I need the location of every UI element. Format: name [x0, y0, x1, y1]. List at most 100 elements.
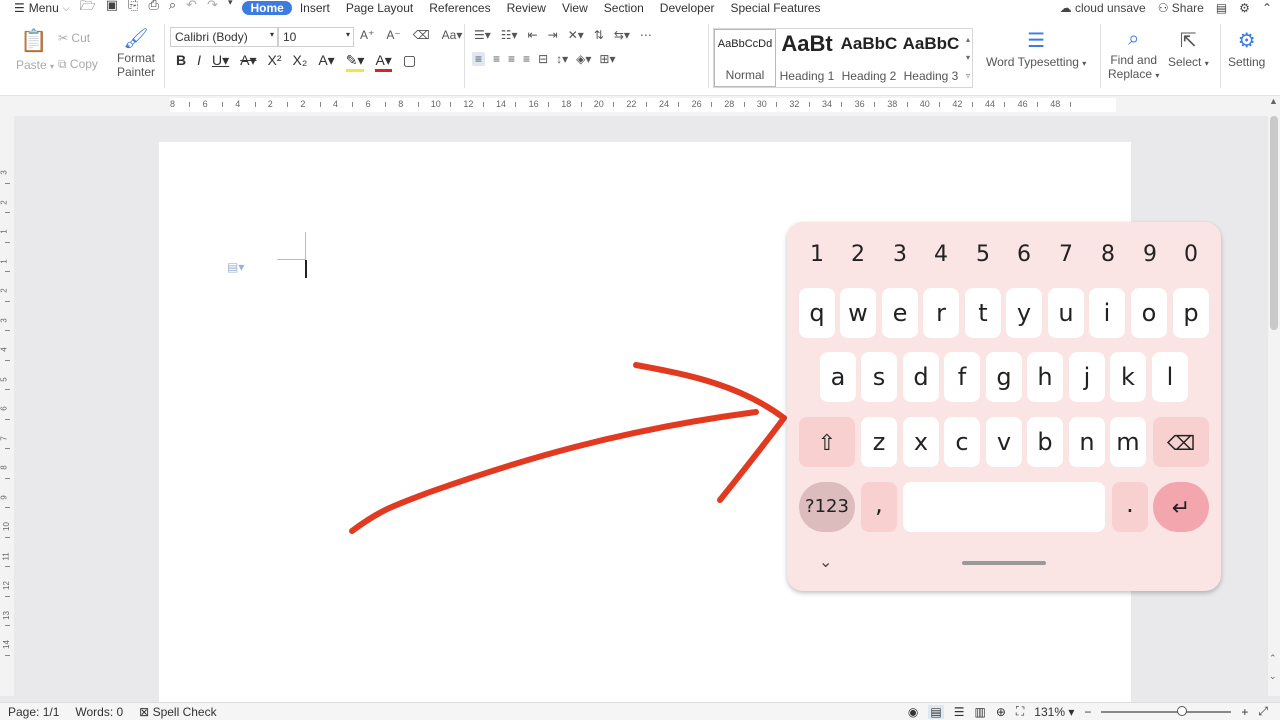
key-v[interactable]: v: [986, 417, 1022, 467]
key-1[interactable]: 1: [802, 242, 832, 267]
gear-icon[interactable]: ⚙: [1239, 1, 1250, 15]
backspace-key[interactable]: ⌫: [1153, 417, 1209, 467]
fit-page-icon[interactable]: ⛶: [1016, 704, 1024, 719]
tab-special-features[interactable]: Special Features: [723, 1, 829, 15]
find-replace-button[interactable]: ⌕ Find and Replace ▾: [1108, 28, 1159, 81]
style-heading-3[interactable]: AaBbC Heading 3: [900, 29, 962, 87]
period-key[interactable]: .: [1112, 482, 1148, 532]
key-m[interactable]: m: [1110, 417, 1146, 467]
font-name-select[interactable]: Calibri (Body) ▾: [170, 27, 278, 47]
page-down-icon[interactable]: ⌄: [1269, 671, 1277, 682]
key-3[interactable]: 3: [885, 242, 915, 267]
zoom-slider-knob[interactable]: [1176, 705, 1187, 716]
text-effect-icon[interactable]: A▾: [318, 52, 334, 72]
key-4[interactable]: 4: [926, 242, 956, 267]
space-key[interactable]: [903, 482, 1105, 532]
text-direction-icon[interactable]: ⇆▾: [614, 28, 630, 42]
shading-icon[interactable]: ◈▾: [576, 52, 591, 66]
key-c[interactable]: c: [944, 417, 980, 467]
highlight-icon[interactable]: ✎▾: [345, 52, 365, 72]
chinese-layout-icon[interactable]: ✕▾: [568, 28, 584, 42]
tab-page-layout[interactable]: Page Layout: [338, 1, 421, 15]
style-heading-2[interactable]: AaBbC Heading 2: [838, 29, 900, 87]
tab-review[interactable]: Review: [499, 1, 554, 15]
web-view-icon[interactable]: ⊕: [996, 705, 1006, 719]
superscript-icon[interactable]: X²: [268, 52, 282, 72]
enter-key[interactable]: ↵: [1153, 482, 1209, 532]
key-9[interactable]: 9: [1135, 242, 1165, 267]
key-a[interactable]: a: [820, 352, 856, 402]
word-count[interactable]: Words: 0: [67, 705, 131, 719]
scroll-up-icon[interactable]: ▲: [1269, 96, 1278, 106]
key-z[interactable]: z: [861, 417, 897, 467]
increase-indent-icon[interactable]: ⇥: [548, 28, 558, 42]
align-right-icon[interactable]: ≡: [508, 52, 515, 66]
key-e[interactable]: e: [882, 288, 918, 338]
key-2[interactable]: 2: [843, 242, 873, 267]
paragraph-layout-icon[interactable]: ▤▾: [227, 260, 244, 274]
word-typesetting-button[interactable]: ☰ Word Typesetting ▾: [986, 28, 1086, 69]
line-spacing-icon[interactable]: ↕▾: [556, 52, 568, 66]
key-s[interactable]: s: [861, 352, 897, 402]
subscript-icon[interactable]: X₂: [293, 52, 308, 72]
justify-icon[interactable]: ≡: [523, 52, 530, 66]
format-painter-button[interactable]: 🖌 Format Painter: [114, 26, 158, 79]
font-color-icon[interactable]: A▾: [375, 52, 392, 72]
tab-view[interactable]: View: [554, 1, 596, 15]
key-u[interactable]: u: [1048, 288, 1084, 338]
font-size-select[interactable]: 10 ▾: [278, 27, 354, 47]
copy-button[interactable]: ⧉ Copy: [58, 57, 98, 72]
key-l[interactable]: l: [1152, 352, 1188, 402]
styles-scroll[interactable]: ▴ ▾ ▿: [966, 31, 970, 85]
key-6[interactable]: 6: [1009, 242, 1039, 267]
spell-check-button[interactable]: ⊠ Spell Check: [131, 705, 224, 719]
vertical-ruler[interactable]: 3 2 1 1 2 3 4 5 6 7 8 9 10 11 12 13 14: [0, 116, 14, 696]
increase-font-icon[interactable]: A⁺: [360, 28, 374, 42]
tab-developer[interactable]: Developer: [652, 1, 723, 15]
zoom-level[interactable]: 131% ▾: [1034, 705, 1074, 719]
symbols-key[interactable]: ?123: [799, 482, 855, 532]
cloud-status[interactable]: ☁ cloud unsave: [1060, 1, 1146, 15]
zoom-slider[interactable]: [1101, 705, 1232, 716]
scroll-thumb[interactable]: [1270, 116, 1278, 330]
shift-key[interactable]: ⇧: [799, 417, 855, 467]
vertical-scrollbar[interactable]: ▲ ⌃ ⌄: [1268, 96, 1280, 696]
tab-home[interactable]: Home: [242, 1, 292, 15]
tab-insert[interactable]: Insert: [292, 1, 338, 15]
key-y[interactable]: y: [1006, 288, 1042, 338]
borders-icon[interactable]: ⊞▾: [599, 52, 615, 66]
key-d[interactable]: d: [903, 352, 939, 402]
horizontal-ruler[interactable]: 8 6 4 2 2 4 6 8 10 12 14 16 18 20 22 24 26 28 30 32 34 36 38 40…: [0, 96, 1268, 116]
change-case-icon[interactable]: Aa▾: [442, 28, 463, 42]
italic-icon[interactable]: I: [197, 52, 201, 72]
paste-button[interactable]: 📋 Paste ▾: [16, 28, 54, 72]
align-left-icon[interactable]: ≡: [472, 52, 486, 66]
underline-icon[interactable]: U▾: [212, 52, 229, 72]
collapse-keyboard-icon[interactable]: ⌄: [819, 552, 832, 571]
fullscreen-icon[interactable]: ⤢: [1258, 704, 1268, 719]
key-j[interactable]: j: [1069, 352, 1105, 402]
key-h[interactable]: h: [1027, 352, 1063, 402]
style-normal[interactable]: AaBbCcDd Normal: [714, 29, 776, 87]
key-x[interactable]: x: [903, 417, 939, 467]
cut-button[interactable]: ✂ Cut: [58, 31, 90, 45]
drag-handle[interactable]: [962, 561, 1046, 565]
key-r[interactable]: r: [923, 288, 959, 338]
page-count[interactable]: Page: 1/1: [0, 705, 67, 719]
key-q[interactable]: q: [799, 288, 835, 338]
key-0[interactable]: 0: [1176, 242, 1206, 267]
key-8[interactable]: 8: [1093, 242, 1123, 267]
select-button[interactable]: ⇱ Select ▾: [1168, 28, 1209, 69]
share-button[interactable]: ⚇ Share: [1158, 1, 1204, 15]
decrease-font-icon[interactable]: A⁻: [386, 28, 400, 42]
key-i[interactable]: i: [1089, 288, 1125, 338]
decrease-indent-icon[interactable]: ⇤: [528, 28, 538, 42]
key-k[interactable]: k: [1110, 352, 1146, 402]
zoom-in-icon[interactable]: +: [1241, 705, 1248, 719]
collapse-ribbon-icon[interactable]: ⌃: [1262, 1, 1272, 15]
setting-button[interactable]: ⚙ Setting: [1228, 28, 1265, 69]
key-n[interactable]: n: [1069, 417, 1105, 467]
sort-icon[interactable]: ⇅: [594, 28, 604, 42]
tab-references[interactable]: References: [421, 1, 498, 15]
strikethrough-icon[interactable]: A▾: [240, 52, 256, 72]
